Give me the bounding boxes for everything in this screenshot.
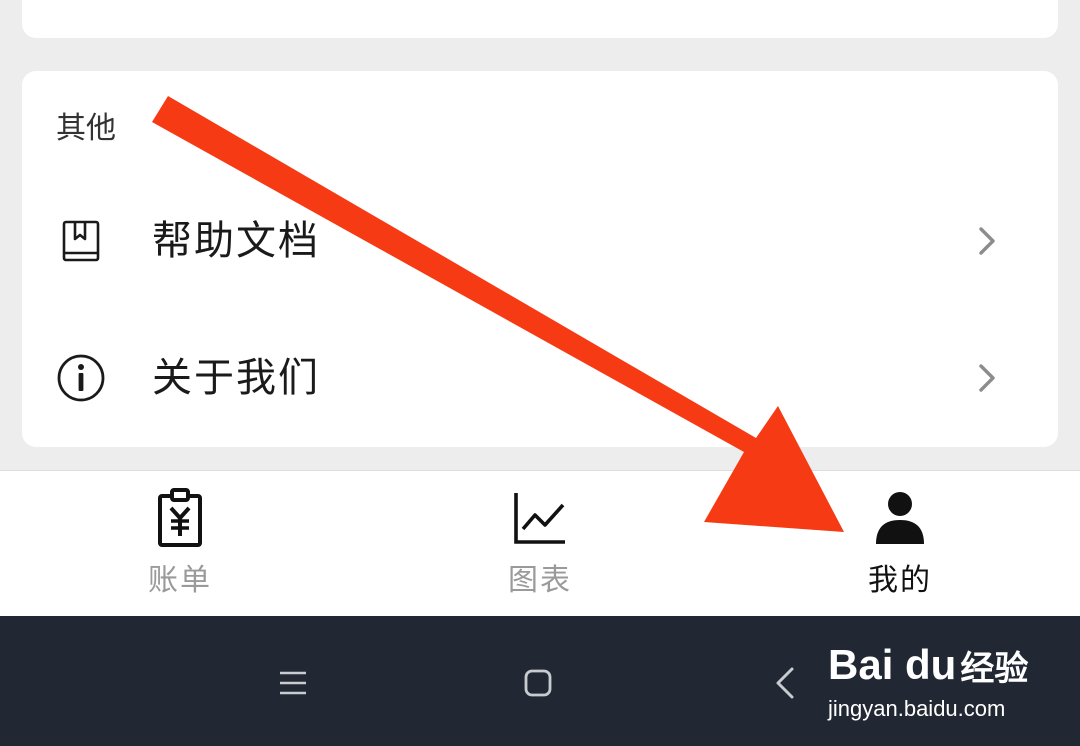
section-title: 其他: [56, 111, 116, 146]
watermark-product: 经验: [960, 648, 1029, 689]
tab-bills[interactable]: 账单: [0, 471, 360, 617]
home-button[interactable]: [513, 658, 563, 708]
settings-card-previous: [22, 0, 1058, 38]
tab-charts-label: 图表: [508, 563, 572, 598]
line-chart-icon: [510, 487, 570, 549]
tab-mine[interactable]: 我的: [720, 471, 1080, 617]
bottom-tab-bar: 账单 图表 我的: [0, 470, 1080, 616]
chevron-right-icon: [972, 358, 1002, 398]
about-us-label: 关于我们: [152, 355, 320, 401]
back-chevron-icon: [776, 667, 794, 699]
help-docs-label: 帮助文档: [152, 218, 320, 264]
person-icon: [870, 487, 930, 549]
home-square-icon: [524, 669, 552, 697]
info-icon: [56, 353, 106, 403]
tab-charts[interactable]: 图表: [360, 471, 720, 617]
watermark-brand-text: Bai du: [828, 641, 957, 688]
tab-mine-label: 我的: [868, 563, 932, 598]
baidu-jingyan-watermark: Bai du 经验 jingyan.baidu.com: [828, 630, 1068, 730]
book-icon: [56, 216, 106, 266]
chevron-right-icon: [972, 221, 1002, 261]
menu-icon: [280, 671, 306, 695]
about-us-row[interactable]: 关于我们: [22, 318, 1058, 438]
help-docs-row[interactable]: 帮助文档: [22, 181, 1058, 301]
back-button[interactable]: [760, 658, 810, 708]
screen: 其他 帮助文档 关于我们 账单 图表 我的 Bai du 经验 jingyan.…: [0, 0, 1080, 746]
tab-bills-label: 账单: [148, 563, 212, 598]
recent-apps-button[interactable]: [268, 658, 318, 708]
watermark-url: jingyan.baidu.com: [828, 696, 1006, 721]
other-section-card: 其他 帮助文档 关于我们: [22, 71, 1058, 447]
watermark-brand: Bai du 经验: [828, 640, 1028, 690]
bill-clipboard-icon: [150, 487, 210, 549]
